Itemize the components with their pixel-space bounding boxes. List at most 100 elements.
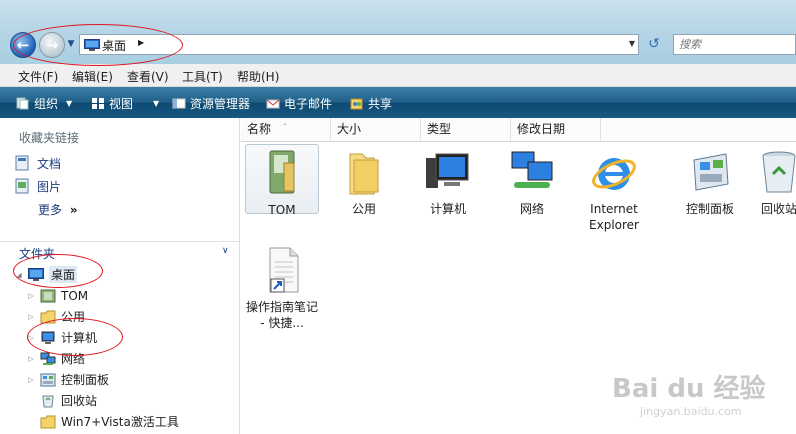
favorite-label: 图片 — [37, 179, 62, 194]
file-name: 公用 — [351, 202, 376, 216]
collapsed-triangle-icon[interactable]: ▷ — [27, 334, 35, 342]
search-input[interactable] — [674, 35, 795, 54]
more-links[interactable]: 更多 » — [38, 201, 78, 218]
favorite-link-documents[interactable]: 文档 — [15, 154, 61, 172]
search-box[interactable] — [673, 34, 796, 55]
file-item-network[interactable]: 网络 — [495, 144, 569, 217]
sort-ascending-icon: ˆ — [283, 123, 287, 132]
shortcut-document-icon — [258, 246, 306, 294]
column-header-type[interactable]: 类型 — [421, 118, 511, 141]
tree-item-computer[interactable]: ▷ 计算机 — [27, 328, 97, 347]
tree-item-network[interactable]: ▷ 网络 — [27, 349, 85, 368]
address-bar[interactable]: 桌面 ▶ ▼ — [79, 34, 639, 55]
user-folder-icon — [40, 289, 56, 302]
breadcrumb-desktop[interactable]: 桌面 — [102, 37, 126, 54]
views-button[interactable]: 视图 ▼ — [91, 95, 159, 112]
tree-label: 控制面板 — [61, 373, 110, 387]
tree-label: 回收站 — [61, 394, 98, 408]
favorite-label: 文档 — [37, 156, 62, 171]
desktop-icon — [84, 39, 100, 51]
file-name: 网络 — [519, 202, 544, 216]
collapsed-triangle-icon[interactable]: ▷ — [27, 355, 35, 363]
file-name: 回收站 — [760, 202, 796, 216]
explorer-button[interactable]: 资源管理器 — [172, 95, 250, 112]
desktop-icon — [28, 267, 44, 281]
favorite-link-pictures[interactable]: 图片 — [15, 177, 61, 195]
file-name: 计算机 — [429, 202, 466, 216]
file-item-computer[interactable]: 计算机 — [411, 144, 485, 217]
refresh-button[interactable]: ↺ — [643, 34, 665, 55]
pane-divider — [0, 241, 239, 242]
chevron-down-icon[interactable]: ∨ — [222, 246, 229, 256]
tree-label: Win7+Vista激活工具 — [61, 415, 179, 429]
breadcrumb-arrow-icon[interactable]: ▶ — [138, 38, 144, 47]
tree-item-desktop[interactable]: ◢ 桌面 — [15, 265, 78, 284]
file-item-tom[interactable]: TOM — [245, 144, 319, 217]
menu-help[interactable]: 帮助(H) — [237, 68, 279, 85]
expanded-triangle-icon[interactable]: ◢ — [15, 271, 23, 279]
network-icon — [508, 148, 556, 196]
address-history-dropdown-icon[interactable]: ▼ — [629, 39, 635, 48]
tree-item-activation-tools[interactable]: Win7+Vista激活工具 — [27, 412, 179, 431]
file-name: 操作指南笔记 - 快捷... — [245, 300, 318, 330]
email-icon — [266, 99, 280, 109]
favorite-links-heading: 收藏夹链接 — [19, 131, 80, 145]
share-label: 共享 — [368, 97, 393, 111]
address-row: ← → ▼ 桌面 ▶ ▼ ↺ — [0, 0, 796, 64]
explorer-label: 资源管理器 — [190, 97, 251, 111]
column-header-size[interactable]: 大小 — [331, 118, 421, 141]
menu-view[interactable]: 查看(V) — [127, 68, 169, 85]
collapsed-triangle-icon[interactable]: ▷ — [27, 292, 35, 300]
control-panel-icon — [40, 373, 56, 386]
file-item-public[interactable]: 公用 — [327, 144, 401, 217]
menu-tools[interactable]: 工具(T) — [182, 68, 223, 85]
email-button[interactable]: 电子邮件 — [266, 95, 332, 112]
collapsed-triangle-icon[interactable]: ▷ — [27, 313, 35, 321]
organize-icon — [16, 97, 29, 110]
column-label: 名称 — [247, 122, 272, 136]
forward-button[interactable]: → — [39, 32, 65, 58]
organize-button[interactable]: 组织 ▼ — [16, 95, 72, 112]
recycle-bin-icon — [755, 148, 796, 196]
folder-icon — [40, 415, 56, 428]
tree-label: TOM — [61, 288, 89, 303]
column-header-row: 名称 ˆ 大小 类型 修改日期 — [241, 118, 796, 142]
folders-heading[interactable]: 文件夹 — [19, 245, 55, 262]
internet-explorer-icon — [590, 148, 638, 196]
explorer-icon — [172, 98, 186, 109]
file-name: TOM — [268, 203, 296, 217]
menu-file[interactable]: 文件(F) — [18, 68, 58, 85]
chevron-down-icon: ▼ — [153, 99, 160, 108]
menu-bar: 文件(F) 编辑(E) 查看(V) 工具(T) 帮助(H) — [0, 64, 796, 87]
refresh-icon: ↺ — [648, 36, 660, 52]
file-item-guide-notes-shortcut[interactable]: 操作指南笔记 - 快捷... — [245, 242, 319, 331]
file-item-internet-explorer[interactable]: Internet Explorer — [577, 144, 651, 233]
email-label: 电子邮件 — [284, 97, 333, 111]
column-header-date-modified[interactable]: 修改日期 — [511, 118, 601, 141]
chevron-down-icon: ▼ — [67, 39, 75, 49]
back-button[interactable]: ← — [10, 32, 36, 58]
forward-arrow-icon: → — [45, 36, 59, 54]
tree-item-recycle-bin[interactable]: 回收站 — [27, 391, 97, 410]
tree-item-tom[interactable]: ▷ TOM — [27, 286, 88, 305]
double-chevron-icon: » — [69, 203, 78, 217]
file-item-recycle-bin[interactable]: 回收站 — [749, 144, 796, 217]
column-label: 大小 — [337, 122, 362, 136]
tree-item-public[interactable]: ▷ 公用 — [27, 307, 85, 326]
share-button[interactable]: 共享 — [350, 95, 392, 112]
computer-icon — [41, 331, 55, 344]
pictures-icon — [15, 178, 29, 194]
recent-pages-dropdown[interactable]: ▼ — [66, 38, 76, 50]
navigation-pane: 收藏夹链接 文档 图片 更多 » 文件夹 ∨ ◢ 桌面 ▷ TOM ▷ 公用 ▷… — [0, 118, 240, 434]
column-label: 修改日期 — [517, 122, 566, 136]
baidu-jingyan-watermark: Bai du 经验 — [612, 374, 766, 404]
menu-edit[interactable]: 编辑(E) — [72, 68, 113, 85]
share-icon — [350, 98, 363, 110]
user-folder-icon — [258, 149, 306, 197]
collapsed-triangle-icon[interactable]: ▷ — [27, 376, 35, 384]
tree-item-control-panel[interactable]: ▷ 控制面板 — [27, 370, 109, 389]
documents-icon — [15, 155, 29, 171]
file-item-control-panel[interactable]: 控制面板 — [673, 144, 747, 217]
computer-icon — [424, 148, 472, 196]
column-header-name[interactable]: 名称 ˆ — [241, 118, 331, 141]
